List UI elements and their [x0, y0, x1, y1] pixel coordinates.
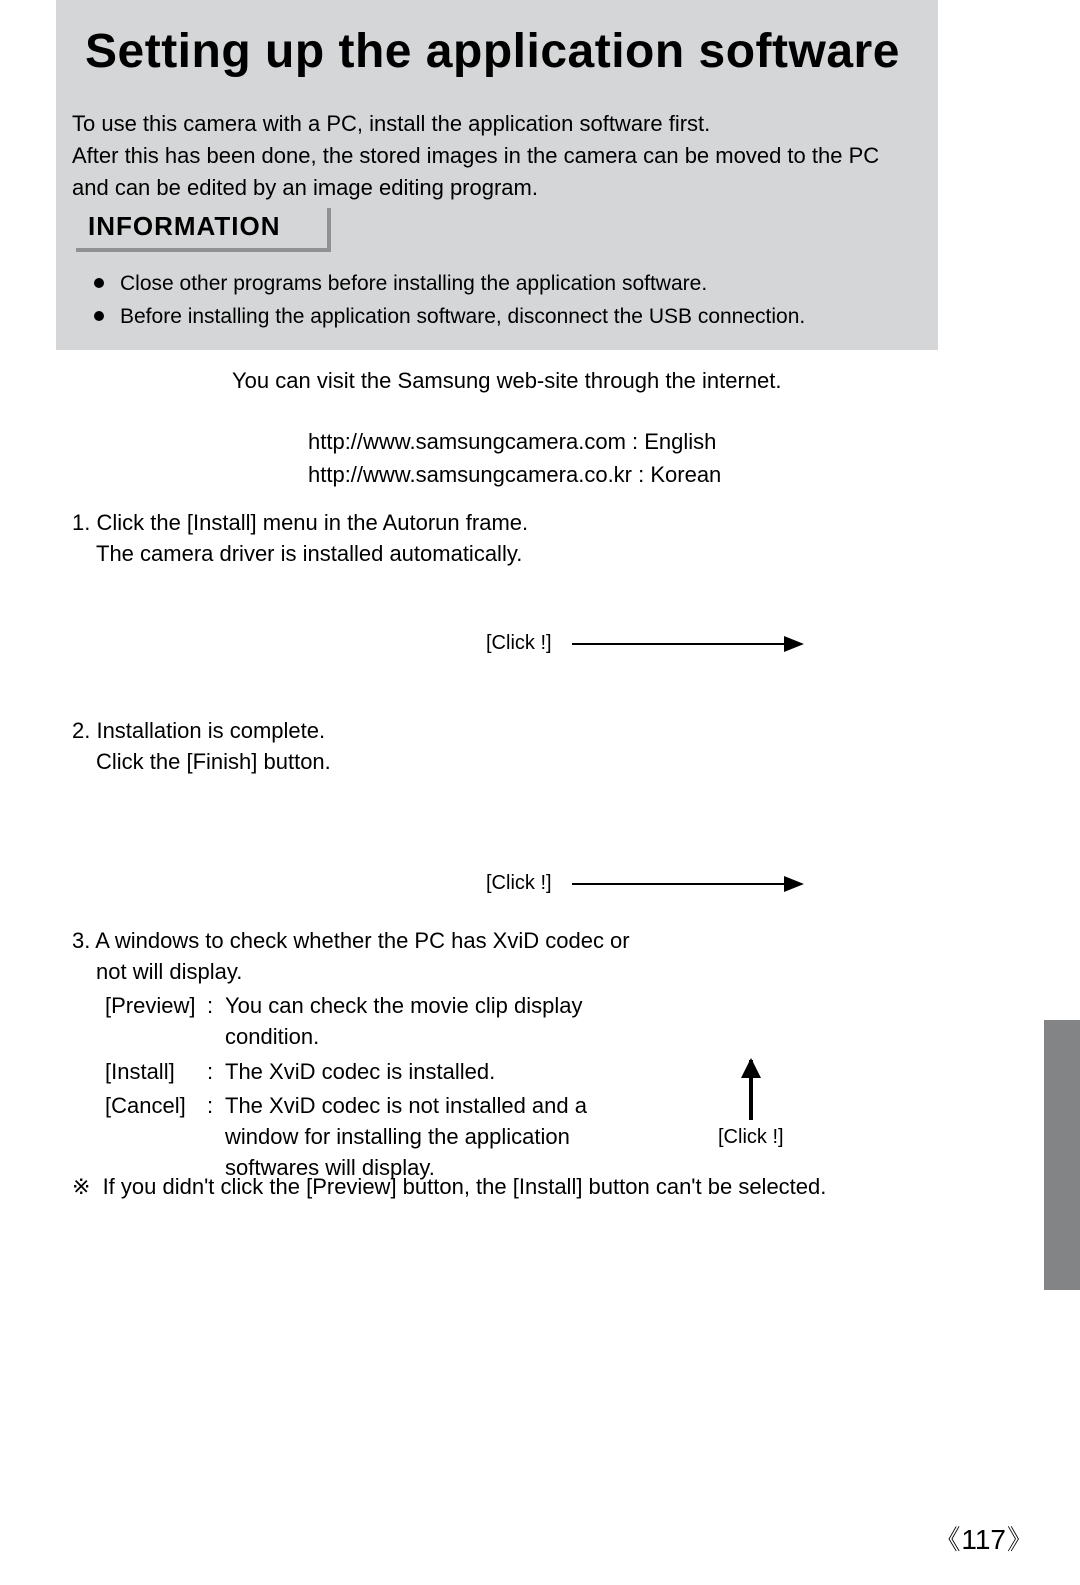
info-bullet-item: Close other programs before installing t… — [94, 268, 805, 301]
step-3-line-2: not will display. — [72, 957, 630, 988]
option-row-cancel: [Cancel] : The XviD codec is not install… — [104, 1090, 636, 1184]
option-desc: The XviD codec is not installed and a wi… — [224, 1090, 636, 1184]
option-label: [Cancel] — [104, 1090, 204, 1184]
click-callout-2: [Click !] — [486, 872, 802, 895]
click-callout-1: [Click !] — [486, 632, 802, 655]
page-number-value: 117 — [961, 1524, 1006, 1555]
click-callout-3: [Click !] — [718, 1060, 784, 1149]
manual-page: Setting up the application software To u… — [0, 0, 1080, 1585]
page-number: 《117》 — [933, 1517, 1034, 1557]
url-block: http://www.samsungcamera.com : English h… — [308, 425, 721, 491]
step-2-line-1: 2. Installation is complete. — [72, 716, 331, 747]
footnote-text: If you didn't click the [Preview] button… — [103, 1174, 827, 1199]
reference-mark-icon: ※ — [72, 1175, 90, 1200]
click-label: [Click !] — [486, 632, 552, 655]
visit-text: You can visit the Samsung web-site throu… — [232, 368, 782, 394]
intro-paragraph: To use this camera with a PC, install th… — [72, 108, 912, 204]
info-heading: INFORMATION — [72, 204, 327, 248]
options-table: [Preview] : You can check the movie clip… — [102, 988, 638, 1187]
arrow-right-icon — [572, 883, 802, 885]
info-bullet-list: Close other programs before installing t… — [94, 268, 805, 333]
page-title: Setting up the application software — [85, 24, 900, 79]
step-3: 3. A windows to check whether the PC has… — [72, 926, 630, 988]
step-3-line-1: 3. A windows to check whether the PC has… — [72, 926, 630, 957]
option-desc: You can check the movie clip display con… — [224, 990, 636, 1054]
arrow-up-icon — [749, 1060, 753, 1120]
info-heading-text: INFORMATION — [88, 211, 281, 242]
option-label: [Install] — [104, 1056, 204, 1089]
step-1-line-1: 1. Click the [Install] menu in the Autor… — [72, 508, 528, 539]
side-tab — [1044, 1020, 1080, 1290]
step-2-line-2: Click the [Finish] button. — [72, 747, 331, 778]
option-colon: : — [206, 1090, 222, 1184]
step-1: 1. Click the [Install] menu in the Autor… — [72, 508, 528, 570]
step-1-line-2: The camera driver is installed automatic… — [72, 539, 528, 570]
click-label: [Click !] — [486, 872, 552, 895]
option-desc: The XviD codec is installed. — [224, 1056, 636, 1089]
intro-line-2: After this has been done, the stored ima… — [72, 143, 879, 200]
arrow-right-icon — [572, 643, 802, 645]
bracket-left-icon: 《 — [933, 1517, 961, 1557]
url-korean: http://www.samsungcamera.co.kr : Korean — [308, 458, 721, 491]
info-bullet-item: Before installing the application softwa… — [94, 301, 805, 334]
intro-line-1: To use this camera with a PC, install th… — [72, 111, 710, 136]
url-english: http://www.samsungcamera.com : English — [308, 425, 721, 458]
bracket-right-icon: 》 — [1006, 1517, 1034, 1557]
option-colon: : — [206, 990, 222, 1054]
option-label: [Preview] — [104, 990, 204, 1054]
option-row-preview: [Preview] : You can check the movie clip… — [104, 990, 636, 1054]
step-2: 2. Installation is complete. Click the [… — [72, 716, 331, 778]
click-label: [Click !] — [718, 1126, 784, 1149]
option-row-install: [Install] : The XviD codec is installed. — [104, 1056, 636, 1089]
footnote: ※ If you didn't click the [Preview] butt… — [72, 1174, 826, 1200]
option-colon: : — [206, 1056, 222, 1089]
info-heading-box: INFORMATION — [72, 204, 327, 248]
